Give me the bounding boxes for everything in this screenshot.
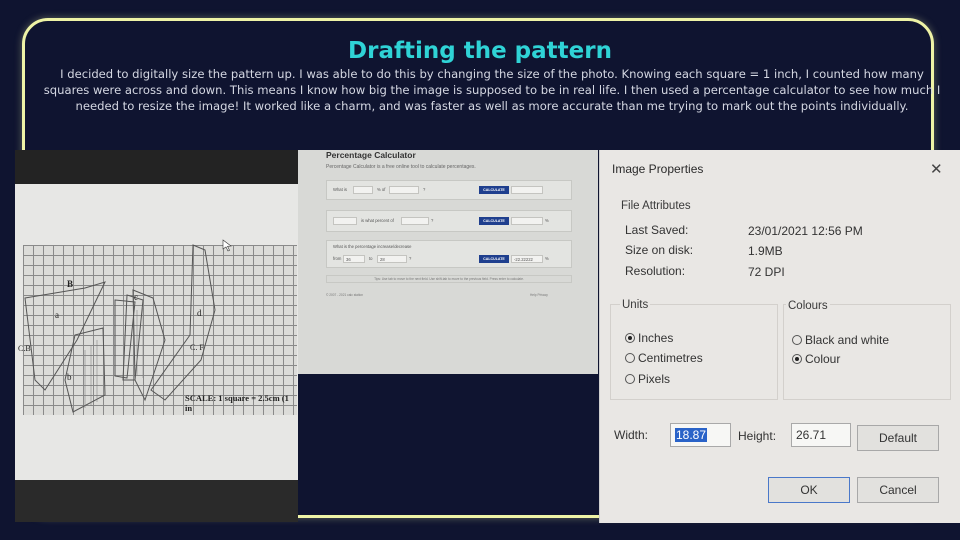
radio-icon — [625, 374, 635, 384]
calc-row1-pct-of: % of — [377, 187, 386, 192]
radio-icon — [625, 353, 635, 363]
piece-label-b: B — [67, 279, 73, 289]
default-button[interactable]: Default — [857, 425, 939, 451]
colours-label: Colours — [786, 300, 830, 312]
last-saved-key: Last Saved: — [625, 223, 689, 237]
pattern-photo: B a c d C.B b C. F SCALE: 1 square = 2.5… — [15, 150, 298, 522]
piece-label-c: c — [134, 292, 138, 302]
calc-row2-button[interactable]: CALCULATE — [479, 217, 509, 225]
calc-row3-to-input[interactable]: 28 — [377, 255, 407, 263]
ok-button[interactable]: OK — [768, 477, 850, 503]
calculator-subtitle: Percentage Calculator is a free online t… — [326, 164, 476, 170]
calc-row1-input-b[interactable] — [389, 186, 419, 194]
calc-row1-what-is: What is — [333, 187, 347, 192]
calc-row2-input-b[interactable] — [401, 217, 429, 225]
close-icon[interactable]: ✕ — [930, 160, 943, 178]
image-properties-dialog: Image Properties ✕ File Attributes Last … — [599, 150, 960, 523]
calc-row3-to: to — [369, 256, 373, 261]
cursor-icon — [222, 239, 232, 252]
last-saved-value: 23/01/2021 12:56 PM — [748, 224, 863, 238]
resolution-key: Resolution: — [625, 264, 686, 278]
piece-label-cb: C.B — [18, 344, 31, 353]
height-input[interactable]: 26.71 — [791, 423, 851, 447]
calc-row2-input-a[interactable] — [333, 217, 357, 225]
calculator-title: Percentage Calculator — [326, 150, 416, 160]
calc-row3-button[interactable]: CALCULATE — [479, 255, 509, 263]
calc-row1-input-a[interactable] — [353, 186, 373, 194]
colours-option-colour[interactable]: Colour — [792, 352, 840, 366]
calc-row-1: What is % of ? CALCULATE — [326, 180, 572, 200]
calc-row2-is-what: is what percent of — [361, 218, 394, 223]
file-attributes-label: File Attributes — [621, 200, 691, 212]
calculator-photo: Percentage Calculator Percentage Calcula… — [298, 150, 598, 374]
calc-row2-result — [511, 217, 543, 225]
colours-option-bw[interactable]: Black and white — [792, 333, 889, 347]
height-label: Height: — [738, 429, 777, 443]
calc-row-3: What is the percentage increase/decrease… — [326, 240, 572, 268]
calc-row1-q: ? — [423, 187, 426, 192]
calc-row1-button[interactable]: CALCULATE — [479, 186, 509, 194]
dialog-title: Image Properties — [612, 162, 704, 176]
slide-body-text: I decided to digitally size the pattern … — [43, 67, 941, 113]
photo-dark-bottom — [15, 480, 298, 522]
calc-row-2: is what percent of ? CALCULATE % — [326, 210, 572, 232]
calc-row1-result — [511, 186, 543, 194]
calc-row3-q: ? — [409, 256, 412, 261]
calculator-footer-right[interactable]: Help Privacy — [530, 293, 548, 297]
slide-title: Drafting the pattern — [348, 38, 612, 64]
calc-row3-pct: % — [545, 256, 549, 261]
calc-row2-q: ? — [431, 218, 434, 223]
piece-label-b2: b — [67, 372, 72, 382]
radio-icon — [792, 354, 802, 364]
calculator-tips: Tips: Use tab to move to the next field.… — [326, 275, 572, 283]
cancel-button[interactable]: Cancel — [857, 477, 939, 503]
piece-label-d: d — [197, 308, 202, 318]
size-on-disk-key: Size on disk: — [625, 243, 694, 257]
radio-icon — [625, 333, 635, 343]
radio-icon — [792, 335, 802, 345]
calc-row3-from: from — [333, 256, 342, 261]
resolution-value: 72 DPI — [748, 265, 785, 279]
piece-label-cf: C. F — [190, 343, 204, 352]
units-option-pixels[interactable]: Pixels — [625, 372, 670, 386]
width-label: Width: — [614, 428, 649, 442]
calculator-footer-left: © 2007 - 2021 calc station — [326, 293, 364, 297]
calc-row3-result: -22.22222 — [511, 255, 543, 263]
units-label: Units — [620, 299, 651, 311]
calc-row2-pct: % — [545, 218, 549, 223]
units-option-centimetres[interactable]: Centimetres — [625, 351, 703, 365]
calc-row3-from-input[interactable]: 36 — [343, 255, 365, 263]
units-option-inches[interactable]: Inches — [625, 331, 673, 345]
scale-text: SCALE: 1 square = 2.5cm (1 in — [185, 393, 289, 413]
calc-row3-label: What is the percentage increase/decrease — [333, 244, 412, 249]
piece-label-a: a — [55, 310, 59, 320]
width-input[interactable]: 18.87 — [670, 423, 731, 447]
pattern-pieces: B a c d C.B b C. F — [18, 239, 232, 413]
size-on-disk-value: 1.9MB — [748, 244, 783, 258]
